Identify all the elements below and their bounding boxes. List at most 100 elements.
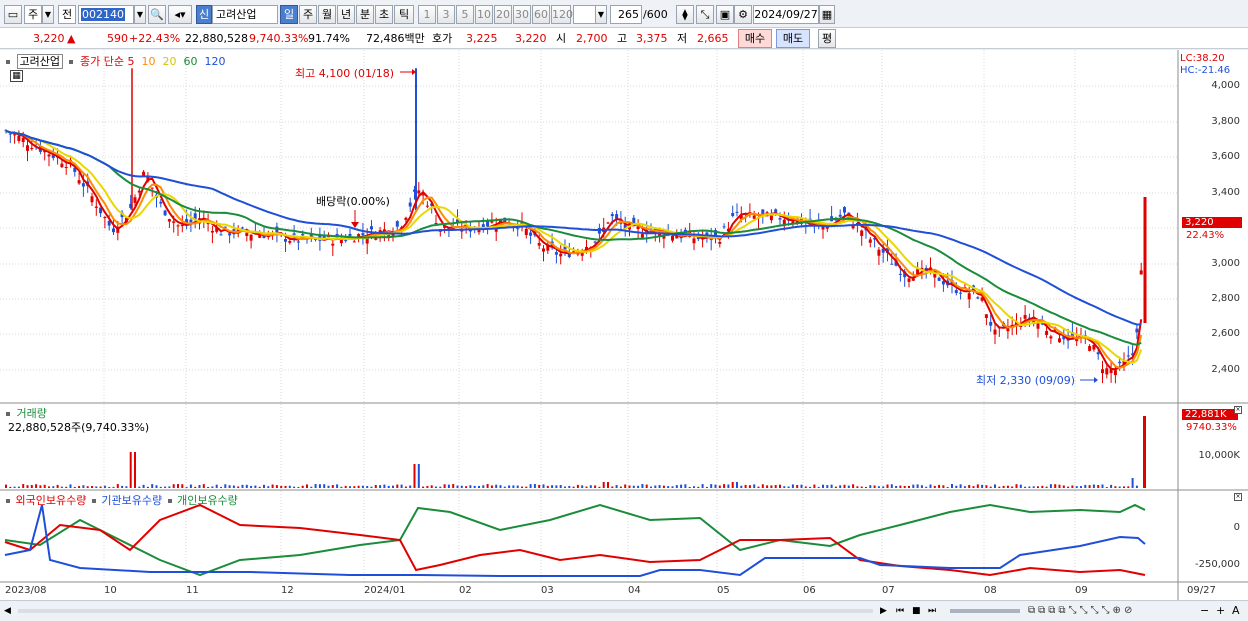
- save-icon[interactable]: ▣: [716, 5, 734, 24]
- interval-20[interactable]: 20: [494, 5, 512, 24]
- rewind-icon[interactable]: ⏮: [896, 604, 910, 618]
- candle-body: [516, 228, 520, 230]
- sound-icon[interactable]: ◂▾: [168, 5, 192, 24]
- eval-button[interactable]: 평: [818, 29, 836, 48]
- panel-close-icon[interactable]: ×: [1234, 406, 1242, 414]
- legend-ma-120[interactable]: 120: [204, 55, 225, 68]
- font-size-icon[interactable]: A: [1232, 603, 1244, 619]
- volume-bar: [478, 485, 480, 488]
- volume-bar: [30, 485, 33, 488]
- candle-body: [228, 233, 232, 236]
- candle-body: [735, 211, 739, 213]
- prev-button[interactable]: 전: [58, 5, 76, 24]
- period-minute[interactable]: 분: [356, 5, 374, 24]
- volume-value-label: 22,880,528주(9,740.33%): [8, 421, 150, 434]
- period-week[interactable]: 주: [299, 5, 317, 24]
- zoom-slider[interactable]: [950, 609, 1020, 613]
- volume-bar: [564, 486, 566, 488]
- volume-bar: [250, 485, 253, 488]
- sell-button[interactable]: 매도: [776, 29, 810, 48]
- period-tick[interactable]: 틱: [394, 5, 414, 24]
- interval-30[interactable]: 30: [513, 5, 531, 24]
- volume-bar: [78, 486, 81, 488]
- legend-ma-20[interactable]: 20: [162, 55, 176, 68]
- legend-ma-5[interactable]: 5: [127, 55, 134, 68]
- legend-ma-10[interactable]: 10: [141, 55, 155, 68]
- volume-bar: [198, 485, 201, 488]
- interval-10[interactable]: 10: [475, 5, 493, 24]
- scroll-track[interactable]: [18, 609, 873, 613]
- legend-stock-name[interactable]: 고려산업: [16, 54, 63, 69]
- interval-1[interactable]: 1: [418, 5, 436, 24]
- period-year[interactable]: 년: [337, 5, 355, 24]
- mode-select[interactable]: 주: [24, 5, 42, 24]
- volume-bar: [641, 484, 644, 488]
- chart-area[interactable]: 고려산업 종가 단순 5 10 20 60 120 ▦ 최고 4,100 (01…: [0, 50, 1248, 600]
- interval-60[interactable]: 60: [532, 5, 550, 24]
- period-day[interactable]: 일: [280, 5, 298, 24]
- volume-bar: [701, 484, 704, 488]
- holding-tick-0: 0: [1233, 522, 1240, 533]
- volume-bar: [869, 485, 872, 488]
- scroll-left-icon[interactable]: ◀: [4, 604, 14, 618]
- chart-canvas[interactable]: [0, 50, 1248, 600]
- period-second[interactable]: 초: [375, 5, 393, 24]
- tool-icons[interactable]: ⧉⧉⧉⧉⤡⤡⤡⤡⊕⊘: [1028, 603, 1228, 619]
- table-icon[interactable]: ▦: [10, 70, 23, 82]
- period-month[interactable]: 월: [318, 5, 336, 24]
- volume-bar: [366, 486, 369, 488]
- volume-tag-pct: 9740.33%: [1186, 422, 1237, 433]
- low-annotation: 최저 2,330 (09/09): [976, 374, 1076, 387]
- candle-body: [167, 219, 171, 222]
- zoom-out-icon[interactable]: −: [1200, 603, 1212, 619]
- interval-5[interactable]: 5: [456, 5, 474, 24]
- candle-body: [1023, 315, 1027, 319]
- legend-individual[interactable]: 개인보유수량: [177, 494, 238, 507]
- volume-bar: [925, 486, 928, 488]
- volume-bar: [327, 485, 330, 488]
- legend-ma-label[interactable]: 종가 단순: [80, 55, 124, 68]
- forward-icon[interactable]: ⏭: [928, 604, 942, 618]
- volume-bar: [1011, 486, 1014, 488]
- volume-bar-last: [1143, 416, 1146, 488]
- scroll-bar[interactable]: ◀ ▶ ⏮ ■ ⏭ ⧉⧉⧉⧉⤡⤡⤡⤡⊕⊘ − + A: [0, 600, 1248, 621]
- volume-bar: [336, 484, 339, 488]
- buy-button[interactable]: 매수: [738, 29, 772, 48]
- date-input[interactable]: 2024/09/27: [753, 5, 819, 24]
- search-icon[interactable]: 🔍: [148, 5, 166, 24]
- calendar-icon[interactable]: ▦: [819, 5, 835, 24]
- panel-close-icon[interactable]: ×: [1234, 493, 1242, 501]
- interval-dropdown-icon[interactable]: ▼: [595, 5, 607, 24]
- legend-institution[interactable]: 기관보유수량: [101, 494, 162, 507]
- chevron-down-icon[interactable]: ▼: [42, 5, 54, 24]
- interval-3[interactable]: 3: [437, 5, 455, 24]
- zoom-in-icon[interactable]: +: [1216, 603, 1228, 619]
- price-change: 590: [107, 32, 128, 45]
- volume-bar: [486, 484, 489, 488]
- candle-body: [137, 190, 141, 193]
- volume-bar: [512, 485, 515, 488]
- window-icon[interactable]: ▭: [4, 5, 22, 24]
- volume-bar: [697, 486, 700, 488]
- candle-body: [77, 180, 81, 184]
- volume-bar: [693, 486, 695, 488]
- x-tick-12: 12: [281, 585, 294, 596]
- volume-bar: [207, 486, 210, 488]
- stock-code-input[interactable]: 002140: [78, 5, 134, 24]
- low-arrow-head: [1094, 377, 1098, 383]
- stop-icon[interactable]: ■: [912, 604, 924, 618]
- candle-body: [94, 206, 98, 208]
- legend-foreign[interactable]: 외국인보유수량: [16, 494, 87, 507]
- legend-ma-60[interactable]: 60: [183, 55, 197, 68]
- volume-bar: [202, 484, 205, 488]
- candle-icon[interactable]: ⧫: [676, 5, 694, 24]
- count-input[interactable]: 265: [610, 5, 642, 24]
- volume-bar: [882, 486, 885, 488]
- play-icon[interactable]: ▶: [880, 604, 892, 618]
- volume-bar: [1135, 485, 1138, 488]
- volume-bar: [22, 484, 25, 488]
- line-chart-icon[interactable]: ⤡: [696, 5, 714, 24]
- interval-120[interactable]: 120: [551, 5, 573, 24]
- code-dropdown-icon[interactable]: ▼: [134, 5, 146, 24]
- gear-icon[interactable]: ⚙: [734, 5, 752, 24]
